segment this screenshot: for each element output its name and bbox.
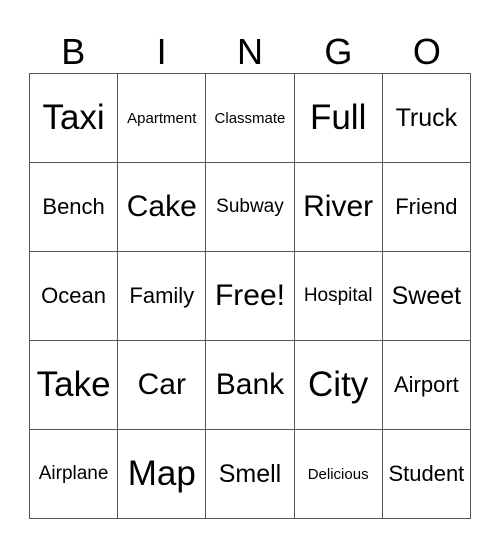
card-cell: Bank: [205, 340, 295, 430]
card-cell: Cake: [117, 162, 207, 252]
card-cell: Map: [117, 429, 207, 519]
header-letter-n: N: [237, 31, 264, 72]
card-cell: City: [293, 340, 383, 430]
card-cell: Smell: [205, 429, 295, 519]
card-cell: Apartment: [117, 73, 207, 163]
card-cell: Ocean: [28, 251, 119, 341]
card-row: Taxi Apartment Classmate Full Truck: [28, 73, 472, 163]
card-row: Airplane Map Smell Delicious Student: [28, 429, 472, 519]
card-cell: Bench: [28, 162, 119, 252]
card-row: Bench Cake Subway River Friend: [28, 162, 472, 252]
card-row: Take Car Bank City Airport: [28, 340, 472, 430]
card-row: Ocean Family Free! Hospital Sweet: [28, 251, 472, 341]
card-cell: Taxi: [28, 73, 119, 163]
card-cell: Delicious: [293, 429, 383, 519]
card-cell: Classmate: [205, 73, 295, 163]
card-cell: Hospital: [293, 251, 383, 341]
card-cell: Student: [381, 429, 472, 519]
card-cell: Truck: [381, 73, 472, 163]
card-cell: Airport: [381, 340, 472, 430]
card-cell: Take: [28, 340, 119, 430]
card-cell: Full: [293, 73, 383, 163]
free-space-cell: Free!: [205, 251, 295, 341]
card-cell: Airplane: [28, 429, 119, 519]
header-letter-g: G: [324, 31, 353, 72]
card-cell: River: [293, 162, 383, 252]
card-cell: Subway: [205, 162, 295, 252]
card-cell: Family: [117, 251, 207, 341]
header-letter-o: O: [412, 31, 441, 72]
card-cell: Friend: [381, 162, 472, 252]
card-cell: Car: [117, 340, 207, 430]
bingo-card: Taxi Apartment Classmate Full Truck Benc…: [28, 73, 472, 519]
bingo-header: B I N G O: [29, 30, 471, 74]
card-cell: Sweet: [381, 251, 472, 341]
header-letter-i: I: [156, 31, 167, 72]
header-letter-b: B: [61, 31, 86, 72]
